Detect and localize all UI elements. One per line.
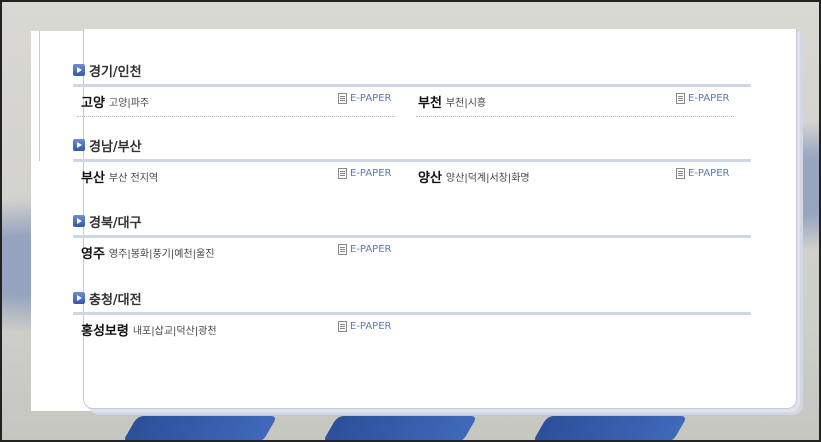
region-city[interactable]: 고양 (81, 92, 105, 111)
region-row: 부산 부산 전지역 E-PAPER 양산 양산|덕계|서창|화명 E-PAPER (73, 162, 751, 192)
arrow-bullet-icon (73, 64, 85, 76)
epaper-link[interactable]: E-PAPER (338, 244, 391, 255)
region-entry-busan[interactable]: 부산 부산 전지역 (81, 162, 158, 190)
epaper-label[interactable]: E-PAPER (688, 168, 729, 179)
region-entry-yeongju[interactable]: 영주 영주|봉화|풍기|예천|울진 (81, 238, 214, 266)
region-city[interactable]: 영주 (81, 243, 105, 262)
epaper-label[interactable]: E-PAPER (350, 168, 391, 179)
arrow-bullet-icon (73, 292, 85, 304)
epaper-link[interactable]: E-PAPER (338, 168, 391, 179)
section-header: 경북/대구 (73, 211, 751, 231)
region-entry-hongseong-boryeong[interactable]: 홍성보령 내포|삽교|덕산|광천 (81, 315, 217, 343)
document-icon (676, 93, 685, 104)
section-gyeongnam-busan: 경남/부산 부산 부산 전지역 E-PAPER 양산 양산|덕계|서창|화명 E… (73, 135, 751, 192)
region-row: 고양 고양|파주 E-PAPER 부천 부천|시흥 E-PAPER (73, 87, 751, 117)
section-title: 경북/대구 (89, 215, 142, 231)
background-stripe (532, 416, 688, 442)
region-areas: 양산|덕계|서창|화명 (445, 172, 530, 184)
region-entry-bucheon[interactable]: 부천 부천|시흥 (418, 87, 486, 115)
region-areas: 고양|파주 (108, 97, 150, 109)
panel-edge (31, 31, 40, 161)
section-title: 경남/부산 (89, 139, 142, 155)
epaper-label[interactable]: E-PAPER (688, 93, 729, 104)
region-city[interactable]: 양산 (418, 167, 442, 186)
epaper-label[interactable]: E-PAPER (350, 244, 391, 255)
region-entry-goyang[interactable]: 고양 고양|파주 (81, 87, 149, 115)
region-areas: 부천|시흥 (445, 97, 487, 109)
epaper-link[interactable]: E-PAPER (676, 93, 729, 104)
section-header: 충청/대전 (73, 288, 751, 308)
arrow-bullet-icon (73, 215, 85, 227)
arrow-bullet-icon (73, 139, 85, 151)
region-city[interactable]: 홍성보령 (81, 320, 129, 339)
region-areas: 영주|봉화|풍기|예천|울진 (108, 248, 215, 260)
row-divider (416, 116, 734, 117)
section-title: 경기/인천 (89, 64, 142, 80)
section-gyeonggi-incheon: 경기/인천 고양 고양|파주 E-PAPER 부천 부천|시흥 E-PAPER (73, 60, 751, 117)
region-entry-yangsan[interactable]: 양산 양산|덕계|서창|화명 (418, 162, 530, 190)
section-title: 충청/대전 (89, 292, 142, 308)
document-icon (338, 244, 347, 255)
document-icon (338, 93, 347, 104)
epaper-link[interactable]: E-PAPER (338, 93, 391, 104)
region-row: 영주 영주|봉화|풍기|예천|울진 E-PAPER (73, 238, 751, 268)
row-divider (77, 116, 395, 117)
region-areas: 부산 전지역 (108, 172, 159, 184)
section-header: 경기/인천 (73, 60, 751, 80)
epaper-link[interactable]: E-PAPER (338, 321, 391, 332)
document-icon (676, 168, 685, 179)
background-stripe (322, 416, 478, 442)
section-gyeongbuk-daegu: 경북/대구 영주 영주|봉화|풍기|예천|울진 E-PAPER (73, 211, 751, 268)
document-icon (338, 168, 347, 179)
epaper-label[interactable]: E-PAPER (350, 93, 391, 104)
background-stripe (122, 416, 278, 442)
region-areas: 내포|삽교|덕산|광천 (132, 325, 217, 337)
epaper-label[interactable]: E-PAPER (350, 321, 391, 332)
document-icon (338, 321, 347, 332)
region-row: 홍성보령 내포|삽교|덕산|광천 E-PAPER (73, 315, 751, 345)
epaper-link[interactable]: E-PAPER (676, 168, 729, 179)
region-city[interactable]: 부천 (418, 92, 442, 111)
section-header: 경남/부산 (73, 135, 751, 155)
region-city[interactable]: 부산 (81, 167, 105, 186)
section-chungcheong-daejeon: 충청/대전 홍성보령 내포|삽교|덕산|광천 E-PAPER (73, 288, 751, 345)
